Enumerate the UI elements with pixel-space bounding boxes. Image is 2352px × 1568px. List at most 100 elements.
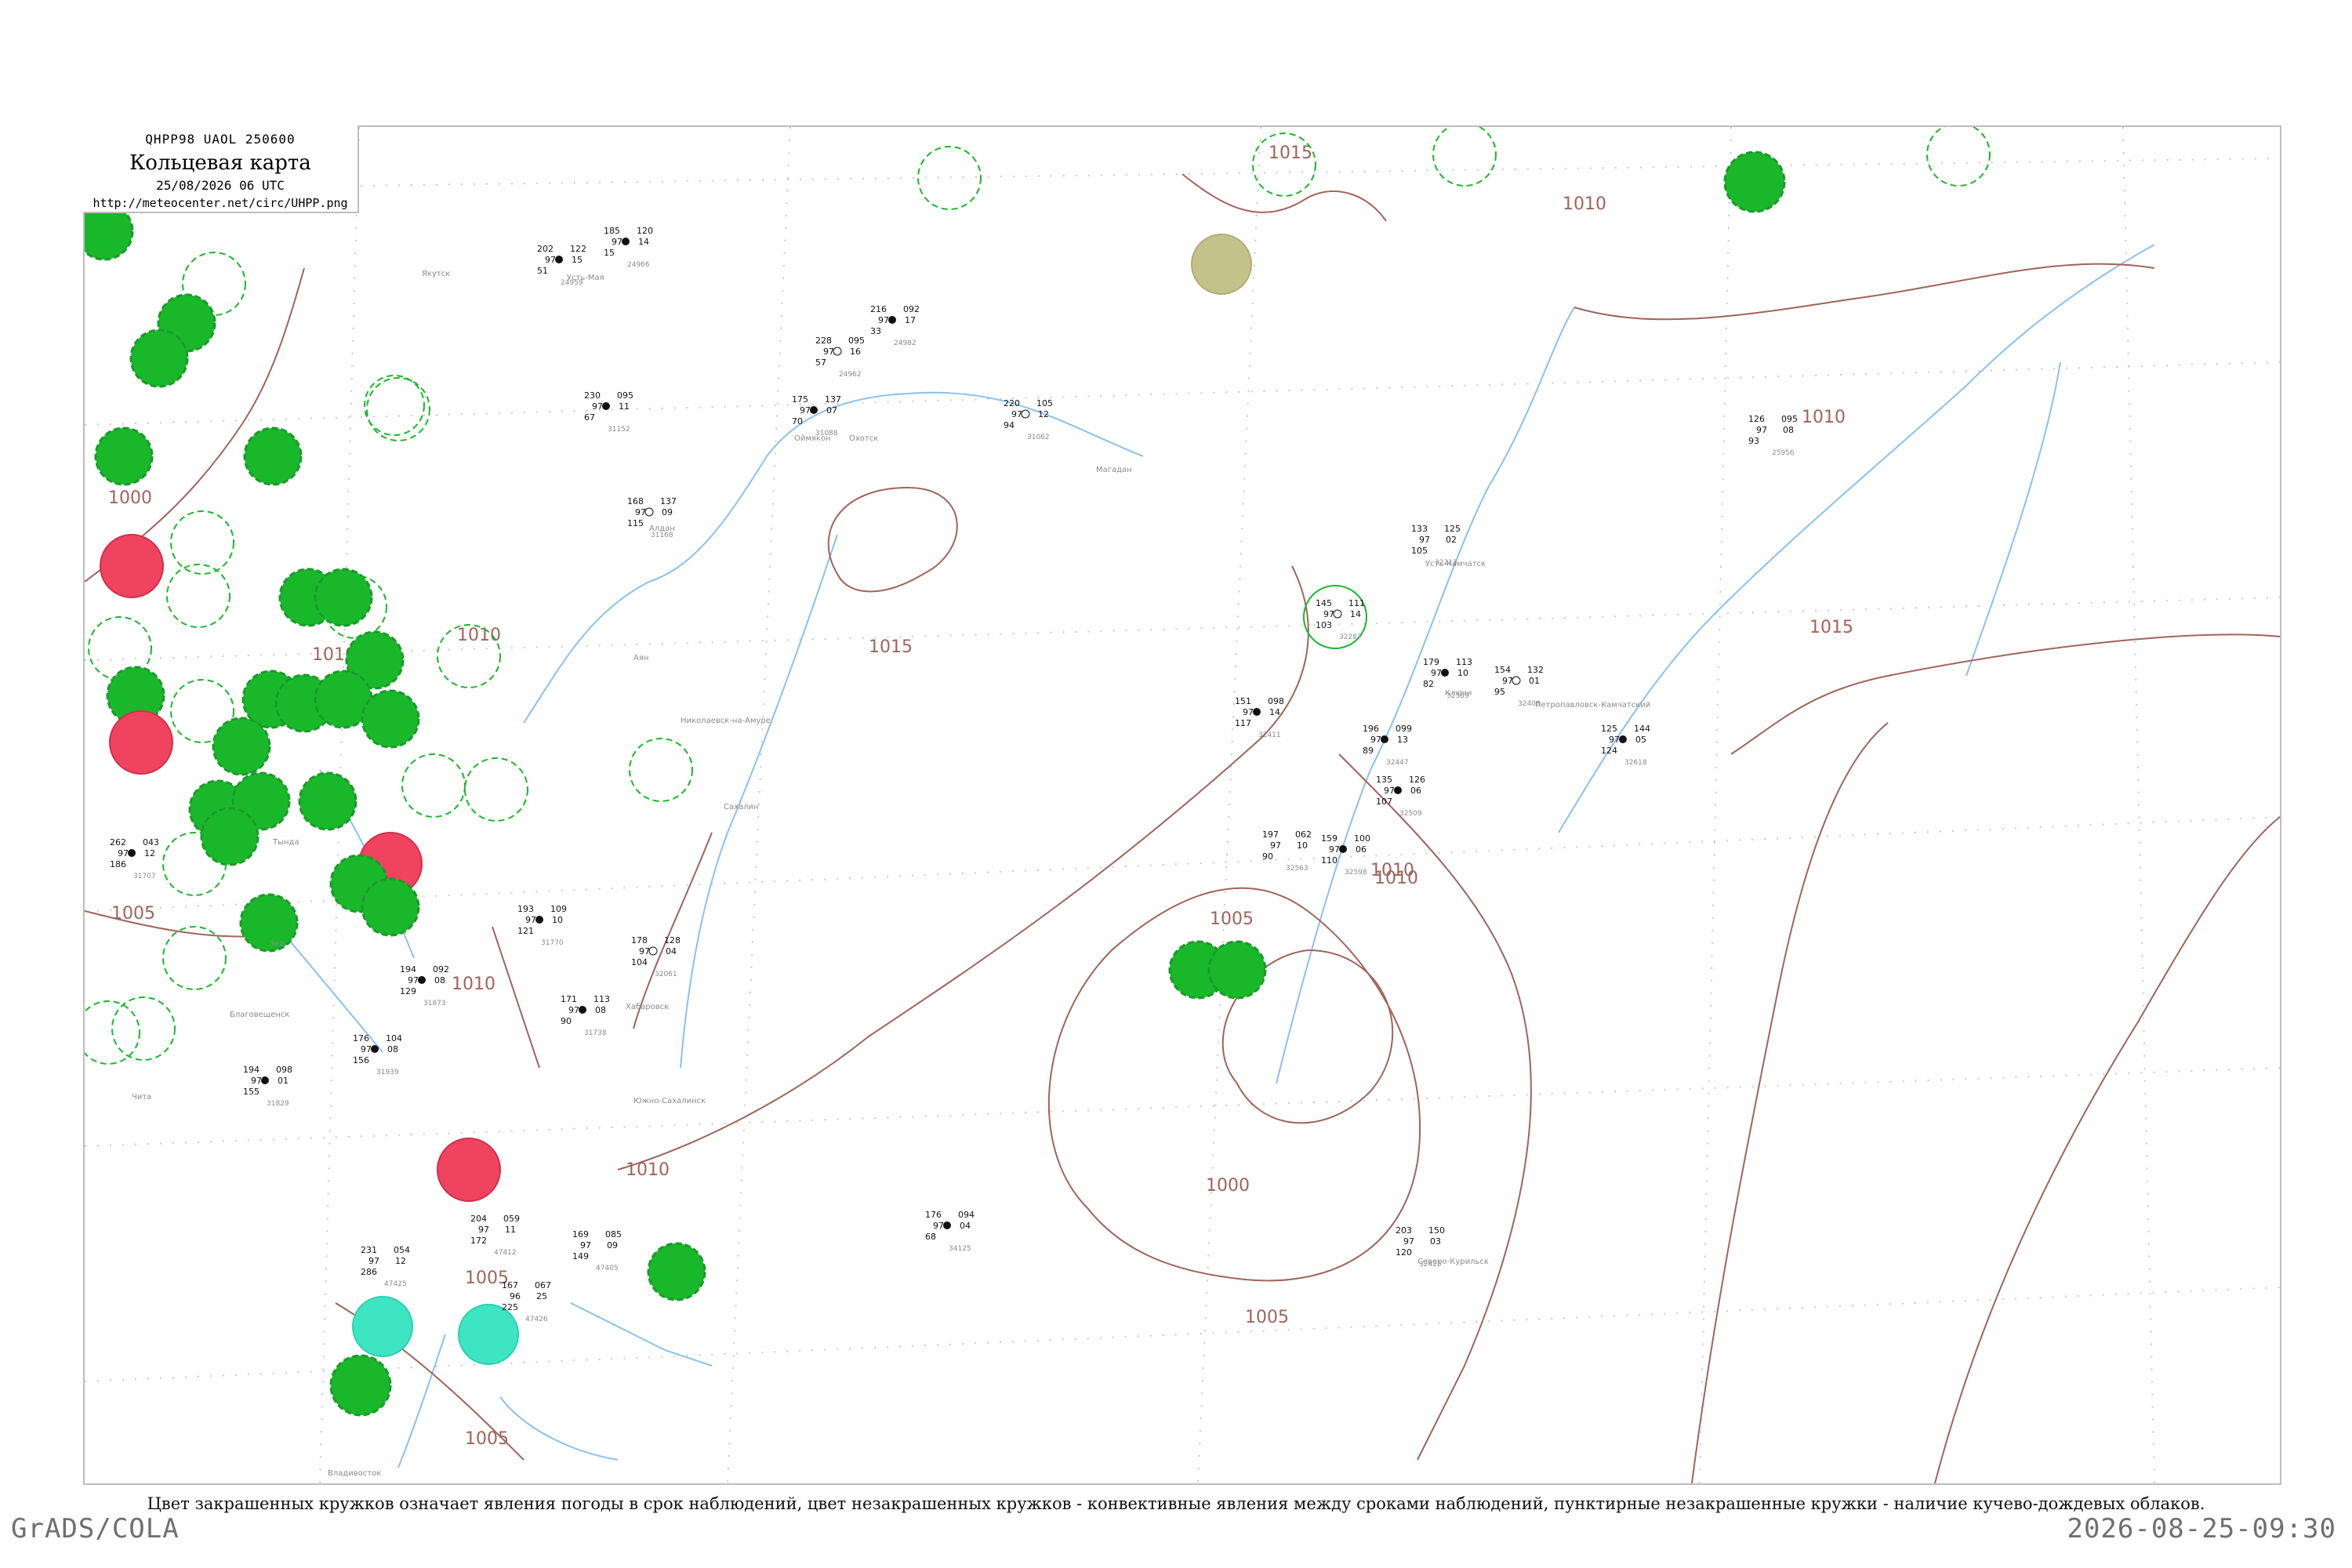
- station-visibility: 124: [1601, 746, 1617, 756]
- station-temperature: 97: [1329, 844, 1340, 855]
- station-pressure: 145: [1316, 598, 1332, 608]
- isobar-label: 1010: [457, 626, 501, 645]
- isobar-label: 1010: [1802, 408, 1846, 427]
- station-cloud: 098: [276, 1065, 292, 1075]
- station-cloud: 067: [535, 1280, 551, 1290]
- rain-circle: [298, 771, 358, 831]
- place-name: Благовещенск: [230, 1011, 289, 1019]
- station-visibility: 68: [925, 1232, 936, 1242]
- station-marker: [602, 402, 610, 410]
- station-dewpoint: 14: [1269, 707, 1280, 717]
- station-pressure: 216: [870, 304, 887, 314]
- station-dewpoint: 14: [638, 237, 649, 247]
- station-cloud: 095: [848, 336, 865, 346]
- station-dewpoint: 12: [144, 848, 155, 858]
- station-temperature: 97: [525, 915, 536, 925]
- station-index: 24966: [627, 261, 650, 269]
- station-pressure: 194: [400, 964, 416, 975]
- cb-cloud-circle: [111, 996, 176, 1061]
- station-temperature: 97: [545, 255, 556, 265]
- cb-cloud-circle: [364, 375, 425, 436]
- station-plot: 228 97 57 095 16 24962: [815, 336, 865, 379]
- snow-shower-circle: [352, 1296, 413, 1357]
- station-dewpoint: 06: [1356, 844, 1367, 855]
- station-cloud: 095: [617, 390, 633, 401]
- station-pressure: 135: [1376, 775, 1392, 785]
- station-dewpoint: 17: [905, 315, 916, 325]
- station-plot: 231 97 286 054 12 47425: [361, 1245, 410, 1288]
- station-temperature: 97: [592, 401, 603, 412]
- station-cloud: 094: [958, 1210, 975, 1220]
- station-visibility: 103: [1316, 620, 1332, 630]
- place-name: Тында: [272, 838, 299, 847]
- isobar-label: 1015: [869, 637, 913, 657]
- station-dewpoint: 08: [1783, 425, 1794, 435]
- station-dewpoint: 25: [536, 1291, 547, 1301]
- station-cloud: 054: [394, 1245, 410, 1255]
- station-pressure: 197: [1262, 829, 1279, 840]
- station-dewpoint: 09: [662, 507, 673, 517]
- station-index: 32563: [1286, 865, 1308, 873]
- station-pressure: 126: [1748, 414, 1765, 424]
- station-temperature: 97: [823, 347, 834, 357]
- station-pressure: 194: [243, 1065, 260, 1075]
- station-index: 47412: [494, 1249, 517, 1257]
- station-dewpoint: 04: [666, 946, 677, 956]
- station-temperature: 97: [1323, 609, 1334, 619]
- station-marker: [535, 916, 543, 924]
- station-temperature: 97: [251, 1076, 262, 1086]
- station-cloud: 095: [1781, 414, 1798, 424]
- station-plot: 185 97 15 120 14 24966: [604, 226, 653, 269]
- station-plot: 125 97 124 144 05 32618: [1601, 724, 1650, 767]
- station-plot: 197 97 90 062 10 32563: [1262, 829, 1312, 873]
- station-dewpoint: 11: [505, 1225, 516, 1235]
- station-pressure: 202: [537, 244, 554, 254]
- isobar-label: 1005: [1245, 1308, 1289, 1327]
- station-plot: 230 97 67 095 11 31152: [584, 390, 633, 434]
- station-cloud: 085: [605, 1229, 622, 1240]
- station-visibility: 156: [353, 1055, 369, 1065]
- place-name: Якутск: [422, 270, 450, 278]
- station-index: 34125: [949, 1245, 971, 1253]
- station-visibility: 89: [1363, 746, 1374, 756]
- station-marker: [1441, 669, 1449, 677]
- station-index: 31707: [133, 873, 156, 880]
- station-temperature: 97: [1756, 425, 1767, 435]
- place-name: Магадан: [1096, 466, 1132, 474]
- station-visibility: 117: [1235, 718, 1251, 728]
- station-cloud: 059: [503, 1214, 520, 1224]
- station-pressure: 151: [1235, 696, 1251, 706]
- station-temperature: 97: [1431, 668, 1442, 678]
- station-plot: 194 97 129 092 08 31873: [400, 964, 449, 1007]
- station-cloud: 062: [1295, 829, 1312, 840]
- station-cloud: 137: [660, 496, 677, 506]
- station-pressure: 262: [110, 837, 126, 848]
- station-visibility: 51: [537, 266, 548, 276]
- station-dewpoint: 06: [1410, 786, 1421, 796]
- station-marker: [833, 347, 842, 356]
- cb-cloud-circle: [1926, 127, 1991, 187]
- station-visibility: 155: [243, 1087, 260, 1097]
- station-temperature: 97: [1502, 676, 1513, 686]
- station-temperature: 97: [635, 507, 646, 517]
- thunder-circle: [437, 1138, 501, 1202]
- place-name: Чита: [132, 1093, 151, 1102]
- station-dewpoint: 14: [1350, 609, 1361, 619]
- station-marker: [1333, 609, 1342, 619]
- cb-cloud-circle: [170, 679, 234, 743]
- station-marker: [810, 406, 818, 414]
- station-cloud: 105: [1036, 398, 1053, 408]
- station-pressure: 159: [1321, 833, 1338, 844]
- station-index: 47405: [596, 1265, 619, 1272]
- station-marker: [371, 1045, 379, 1053]
- station-plot: 216 97 33 092 17 24982: [870, 304, 920, 347]
- station-pressure: 133: [1411, 524, 1428, 534]
- station-plot: 126 97 93 095 08 25956: [1748, 414, 1798, 457]
- place-name: Охотск: [849, 434, 878, 443]
- station-pressure: 168: [627, 496, 644, 506]
- station-index: 24982: [894, 339, 916, 347]
- rain-circle: [1207, 940, 1267, 1000]
- rain-circle: [361, 689, 420, 749]
- station-index: 31738: [584, 1029, 607, 1037]
- station-visibility: 286: [361, 1267, 377, 1277]
